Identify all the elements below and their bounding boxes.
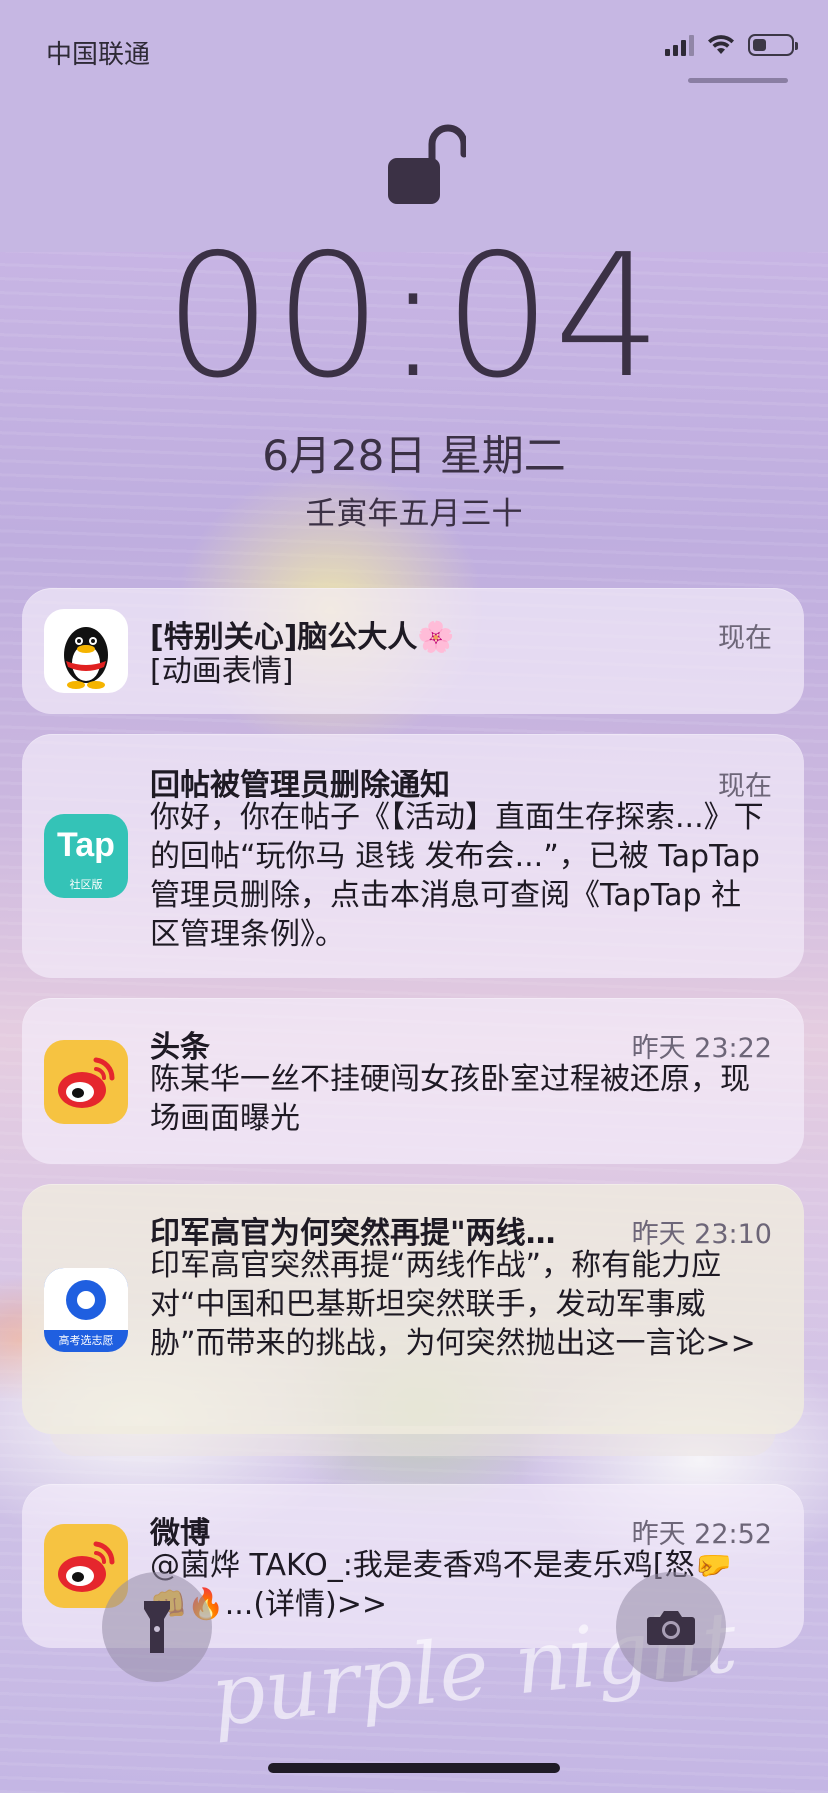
lock-screen-date: 6月28日 星期二 — [262, 431, 566, 480]
carrier-name: 中国联通 — [46, 39, 151, 69]
notification-body: 陈某华一丝不挂硬闯女孩卧室过程被还原，现场画面曝光 — [150, 1062, 750, 1136]
camera-icon — [647, 1611, 695, 1645]
taptap-icon-text: Tap — [57, 826, 115, 864]
qq-penguin-icon — [44, 609, 128, 693]
lock-screen-time: 00:04 — [164, 218, 664, 416]
battery-icon — [748, 34, 798, 56]
flashlight-button[interactable] — [102, 1572, 212, 1682]
notification-time: 现在 — [718, 623, 772, 654]
unlocked-padlock-icon — [388, 124, 466, 204]
notification-weibo-headline[interactable]: 头条 昨天 23:22 陈某华一丝不挂硬闯女孩卧室过程被还原，现场画面曝光 — [22, 998, 804, 1164]
notification-gaokao[interactable]: 高考选志愿 印军高官为何突然再提"两线… 昨天 23:10 印军高官突然再提“两… — [22, 1184, 804, 1434]
notification-title: [特别关心]脑公大人🌸 — [150, 620, 455, 655]
lunar-date: 壬寅年五月三十 — [305, 496, 523, 532]
status-icons — [665, 34, 798, 56]
taptap-icon: Tap 社区版 — [44, 814, 128, 898]
signal-icon — [665, 34, 694, 56]
gaokao-icon-label: 高考选志愿 — [58, 1334, 114, 1347]
control-center-indicator[interactable] — [688, 78, 788, 83]
taptap-icon-subtext: 社区版 — [69, 878, 103, 891]
gaokao-app-icon: 高考选志愿 — [44, 1268, 128, 1352]
notification-body: 印军高官突然再提“两线作战”，称有能力应对“中国和巴基斯坦突然联手，发动军事威胁… — [150, 1248, 756, 1361]
camera-button[interactable] — [616, 1572, 726, 1682]
notification-qq[interactable]: [特别关心]脑公大人🌸 现在 [动画表情] — [22, 588, 804, 714]
weibo-icon — [44, 1040, 128, 1124]
flashlight-icon — [144, 1601, 170, 1653]
home-indicator[interactable] — [268, 1763, 560, 1773]
notification-taptap[interactable]: Tap 社区版 回帖被管理员删除通知 现在 你好，你在帖子《【活动】直面生存探索… — [22, 734, 804, 978]
notification-body: [动画表情] — [150, 654, 294, 689]
wifi-icon — [708, 35, 734, 54]
notification-body: 你好，你在帖子《【活动】直面生存探索...》下的回帖“玩你马 退钱 发布会...… — [150, 800, 764, 952]
